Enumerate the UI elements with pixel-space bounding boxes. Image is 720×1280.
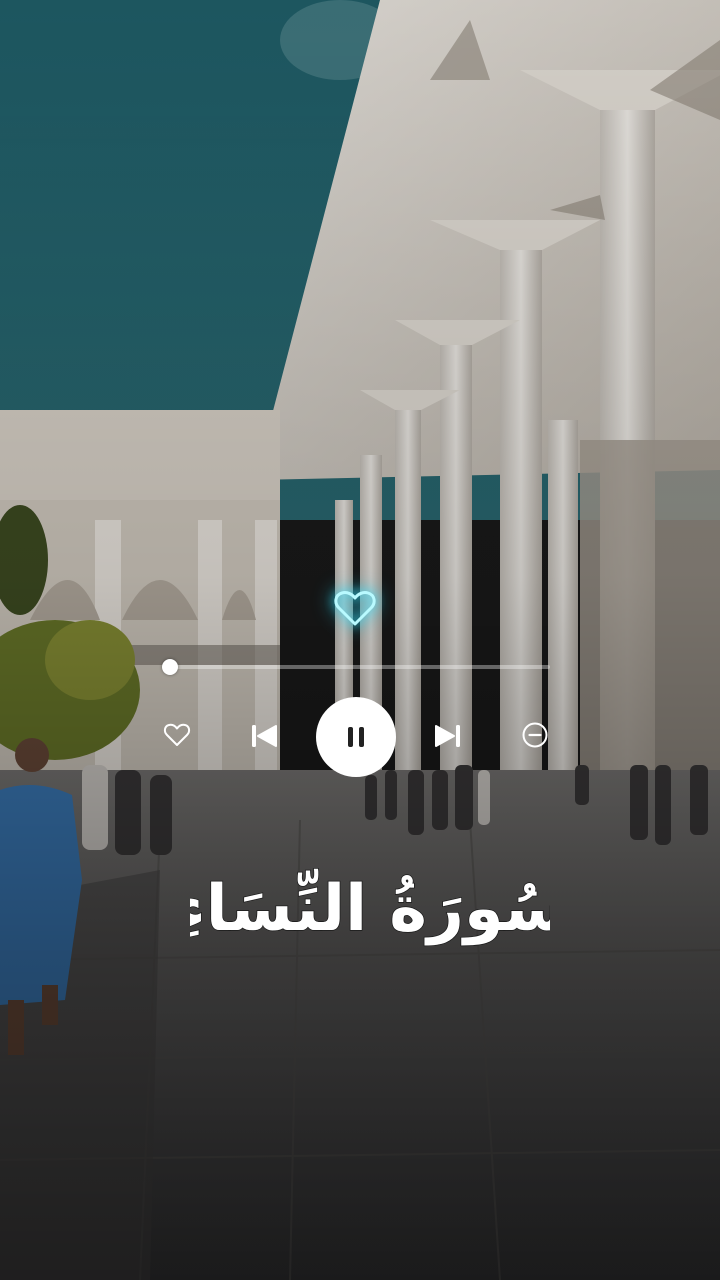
surah-title-text: سُورَةُ النِّسَاءِ bbox=[190, 867, 550, 946]
next-button[interactable] bbox=[428, 716, 468, 756]
skip-previous-icon bbox=[252, 725, 277, 747]
minus-circle-icon bbox=[522, 722, 548, 748]
surah-title: سُورَةُ النِّسَاءِ bbox=[172, 830, 567, 980]
favorite-button[interactable] bbox=[160, 718, 194, 752]
remove-button[interactable] bbox=[518, 718, 552, 752]
player-screen: سُورَةُ النِّسَاءِ bbox=[0, 0, 720, 1280]
heart-icon bbox=[163, 723, 191, 746]
pause-icon bbox=[348, 727, 364, 747]
progress-bar[interactable] bbox=[162, 659, 550, 675]
dark-overlay bbox=[0, 0, 720, 1280]
previous-button[interactable] bbox=[244, 716, 284, 756]
glowing-heart-icon bbox=[333, 588, 377, 628]
skip-next-icon bbox=[435, 725, 460, 747]
progress-knob[interactable] bbox=[162, 659, 178, 675]
pause-button[interactable] bbox=[316, 697, 396, 777]
